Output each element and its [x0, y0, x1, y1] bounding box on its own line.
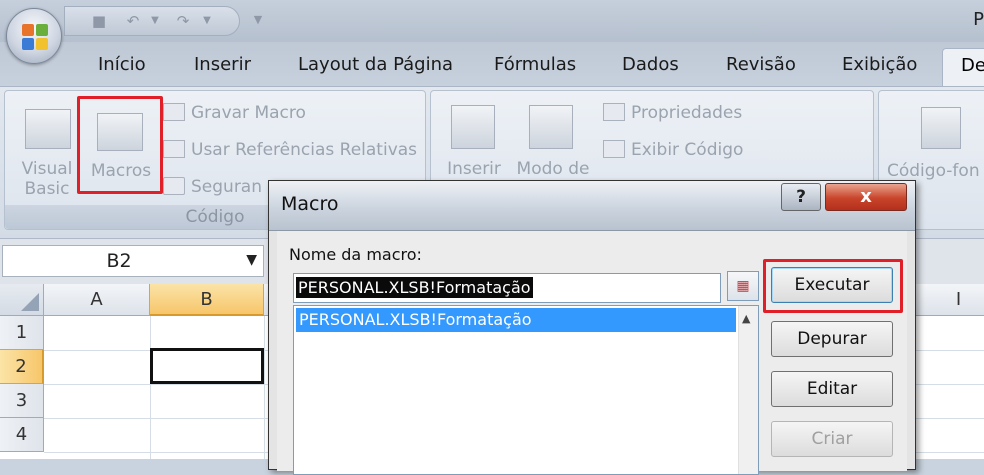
office-logo-icon: [22, 24, 48, 50]
row-header-3[interactable]: 3: [0, 384, 44, 418]
record-macro-icon: [163, 103, 185, 121]
tab-view[interactable]: Exibição: [842, 54, 917, 75]
view-code-label: Exibir Código: [631, 140, 744, 160]
scroll-up-icon[interactable]: ▲: [742, 312, 750, 325]
dialog-title: Macro: [281, 193, 339, 215]
macro-name-label: Nome da macro:: [289, 245, 422, 264]
name-box[interactable]: B2 ▼: [2, 245, 264, 277]
run-button[interactable]: Executar: [771, 267, 893, 303]
design-mode-button[interactable]: Modo de: [511, 159, 595, 179]
relative-references-icon: [163, 140, 185, 158]
dialog-title-bar[interactable]: Macro ? x: [269, 181, 915, 231]
record-macro-button[interactable]: Gravar Macro: [163, 103, 306, 123]
warning-icon: [163, 177, 185, 195]
relative-references-button[interactable]: Usar Referências Relativas: [163, 140, 417, 160]
active-cell-b2[interactable]: [150, 348, 264, 384]
customize-qat-icon[interactable]: ▼: [250, 12, 266, 28]
visual-basic-button[interactable]: Visual Basic: [15, 159, 79, 199]
name-box-value: B2: [106, 250, 132, 272]
view-code-button[interactable]: Exibir Código: [603, 140, 743, 160]
properties-label: Propriedades: [631, 103, 743, 123]
quick-access-toolbar: ■ ↶ ▼ ↷ ▼: [64, 6, 240, 36]
view-code-icon: [603, 140, 625, 158]
tab-insert[interactable]: Inserir: [194, 54, 251, 75]
tab-page-layout[interactable]: Layout da Página: [298, 54, 453, 75]
row-header-2[interactable]: 2: [0, 350, 44, 384]
office-button[interactable]: [6, 8, 62, 64]
window-title: P: [973, 9, 984, 30]
column-header-i[interactable]: I: [916, 284, 984, 316]
macro-name-input-value: PERSONAL.XLSB!Formatação: [296, 277, 533, 298]
undo-icon[interactable]: ↶: [125, 13, 141, 29]
debug-button[interactable]: Depurar: [771, 321, 893, 357]
column-header-b[interactable]: B: [150, 284, 264, 316]
edit-button[interactable]: Editar: [771, 371, 893, 407]
grid-line: [264, 316, 265, 459]
insert-control-icon: [451, 105, 495, 149]
macro-security-button[interactable]: Seguran: [163, 177, 262, 197]
record-macro-label: Gravar Macro: [191, 103, 306, 123]
tab-formulas[interactable]: Fórmulas: [494, 54, 576, 75]
tab-review[interactable]: Revisão: [726, 54, 796, 75]
source-button[interactable]: Código-fon: [887, 161, 984, 181]
chevron-down-icon[interactable]: ▼: [246, 252, 257, 268]
collapse-dialog-button[interactable]: ▦: [727, 271, 759, 301]
source-icon: [921, 107, 961, 149]
list-item[interactable]: PERSONAL.XLSB!Formatação: [296, 308, 736, 332]
help-button[interactable]: ?: [781, 183, 821, 211]
column-header-a[interactable]: A: [44, 284, 150, 316]
macro-name-input[interactable]: PERSONAL.XLSB!Formatação: [293, 273, 721, 303]
ribbon-tabs: Início Inserir Layout da Página Fórmulas…: [0, 42, 984, 86]
properties-icon: [603, 103, 625, 121]
select-all-triangle-icon: [21, 293, 39, 311]
macros-highlight-box: [77, 96, 163, 194]
undo-dropdown-icon[interactable]: ▼: [147, 13, 163, 29]
select-all-button[interactable]: [0, 284, 44, 316]
tab-data[interactable]: Dados: [622, 54, 679, 75]
create-button[interactable]: Criar: [771, 421, 893, 457]
insert-control-button[interactable]: Inserir: [439, 159, 509, 179]
title-bar: ■ ↶ ▼ ↷ ▼ ▼ P: [0, 0, 984, 42]
properties-button[interactable]: Propriedades: [603, 103, 742, 123]
macro-list[interactable]: PERSONAL.XLSB!Formatação ▲: [293, 305, 759, 475]
dialog-body: Nome da macro: PERSONAL.XLSB!Formatação …: [277, 231, 907, 475]
list-scrollbar[interactable]: ▲: [738, 306, 758, 474]
row-header-4[interactable]: 4: [0, 418, 44, 452]
row-header-1[interactable]: 1: [0, 316, 44, 350]
redo-icon[interactable]: ↷: [175, 13, 191, 29]
close-button[interactable]: x: [825, 183, 907, 211]
visual-basic-icon: [25, 109, 71, 149]
macro-security-label: Seguran: [191, 177, 262, 197]
save-icon[interactable]: ■: [91, 13, 107, 29]
redo-dropdown-icon[interactable]: ▼: [199, 13, 215, 29]
tab-home[interactable]: Início: [98, 54, 146, 75]
tab-developer[interactable]: De: [942, 48, 984, 86]
macro-dialog: Macro ? x Nome da macro: PERSONAL.XLSB!F…: [268, 180, 916, 475]
design-mode-icon: [529, 105, 573, 149]
relative-references-label: Usar Referências Relativas: [191, 140, 418, 160]
grid-line: [150, 316, 151, 459]
